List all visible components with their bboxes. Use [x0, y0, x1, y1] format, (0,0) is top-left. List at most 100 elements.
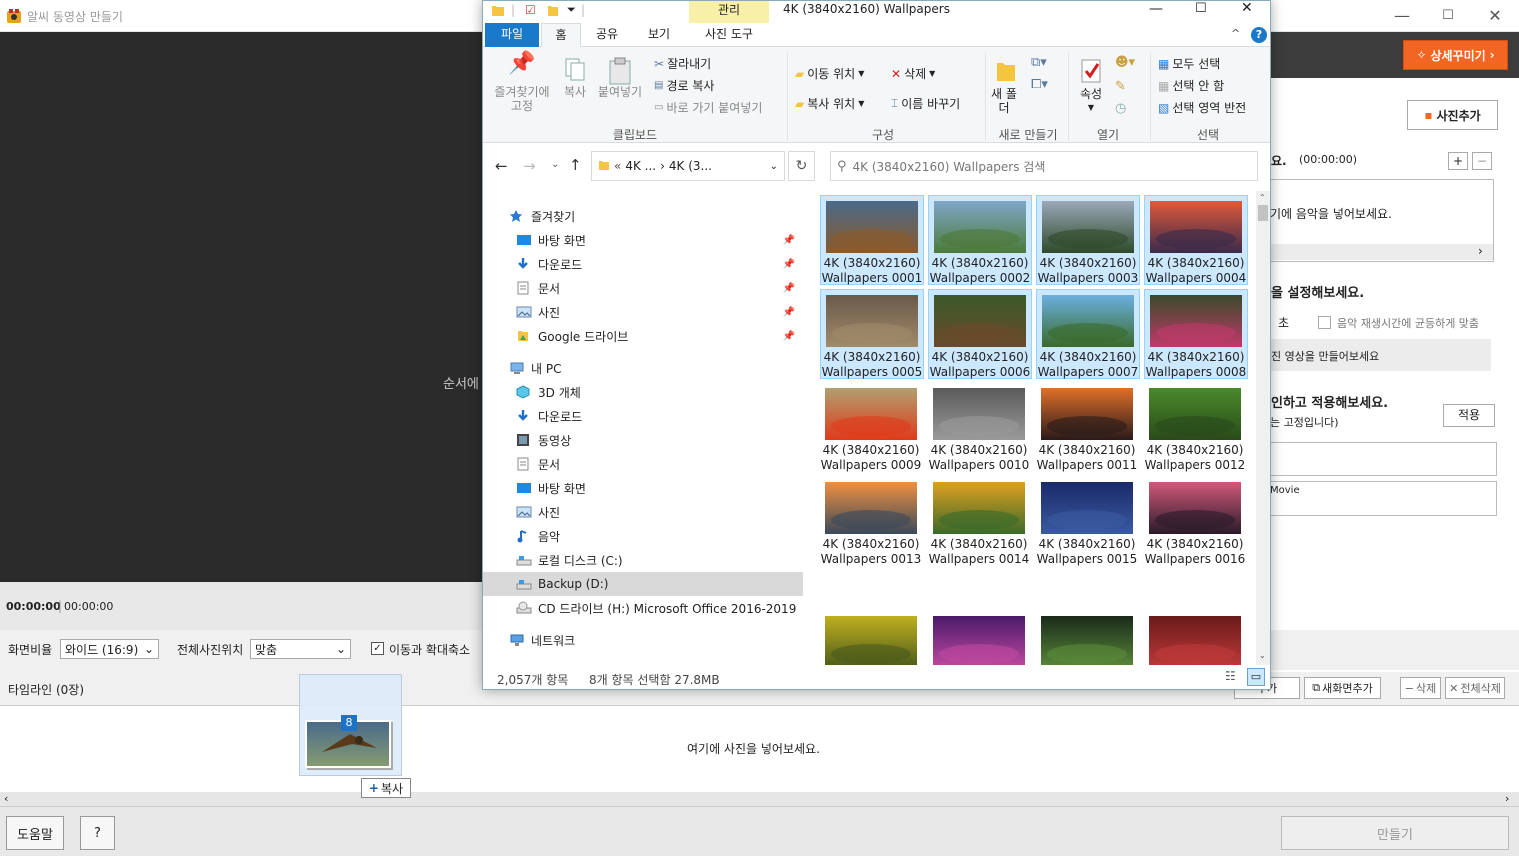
nav-item[interactable]: 네트워크: [483, 628, 803, 652]
large-icons-view-icon[interactable]: ▭: [1247, 668, 1265, 686]
position-select[interactable]: 맞춤 ⌄: [250, 639, 351, 659]
scroll-up-icon[interactable]: ⌃: [1259, 193, 1266, 202]
close-icon[interactable]: ✕: [1241, 0, 1253, 16]
edit-icon[interactable]: ✎: [1115, 79, 1126, 94]
help-button[interactable]: 도움말: [6, 816, 64, 850]
scroll-thumb[interactable]: [1258, 205, 1268, 221]
rename-button[interactable]: ⌶ 이름 바꾸기: [891, 95, 960, 112]
paste-button[interactable]: 붙여넣기: [595, 57, 645, 99]
file-tile[interactable]: 4K (3840x2160) Wallpapers 0011: [1036, 383, 1140, 473]
nav-item[interactable]: 3D 개체: [483, 380, 803, 404]
select-none-button[interactable]: ▦ 선택 안 함: [1158, 77, 1224, 94]
collapse-ribbon-icon[interactable]: ^: [1231, 27, 1240, 40]
address-dropdown-icon[interactable]: ⌄: [770, 161, 778, 172]
music-fit-checkbox[interactable]: [1318, 316, 1331, 329]
select-all-button[interactable]: ▦ 모두 선택: [1158, 55, 1220, 72]
nav-item[interactable]: 다운로드 📌: [483, 252, 803, 276]
address-crumb-current[interactable]: 4K (3...: [669, 159, 712, 173]
file-tile[interactable]: 4K (3840x2160) Wallpapers 0006: [928, 289, 1032, 379]
nav-item[interactable]: 사진: [483, 500, 803, 524]
address-crumb-parent[interactable]: 4K ...: [625, 159, 656, 173]
scroll-left-icon[interactable]: ‹: [4, 792, 8, 805]
back-arrow-icon[interactable]: ←: [495, 157, 508, 175]
file-tile[interactable]: [1144, 611, 1248, 665]
copy-button[interactable]: 복사: [559, 57, 591, 99]
file-tile[interactable]: 4K (3840x2160) Wallpapers 0014: [928, 477, 1032, 567]
delete-all-button[interactable]: ✕ 전체삭제: [1445, 677, 1505, 699]
history-icon[interactable]: ◷: [1115, 101, 1126, 116]
nav-item[interactable]: 즐겨찾기: [483, 204, 803, 228]
music-scrollbar[interactable]: [1271, 244, 1493, 260]
forward-arrow-icon[interactable]: →: [523, 157, 536, 175]
file-tile[interactable]: 4K (3840x2160) Wallpapers 0007: [1036, 289, 1140, 379]
tab-home[interactable]: 홈: [541, 23, 581, 48]
minimize-icon[interactable]: —: [1149, 1, 1163, 17]
search-input[interactable]: ⚲ 4K (3840x2160) Wallpapers 검색: [830, 151, 1258, 181]
copy-path-button[interactable]: ▤ 경로 복사: [654, 77, 714, 94]
delete-file-button[interactable]: ✕ 삭제 ▼: [891, 65, 935, 82]
app-close-icon[interactable]: ✕: [1485, 6, 1505, 26]
scroll-right-icon[interactable]: ›: [1505, 792, 1509, 805]
file-tile[interactable]: 4K (3840x2160) Wallpapers 0003: [1036, 195, 1140, 285]
nav-item[interactable]: Google 드라이브 📌: [483, 324, 803, 348]
manage-context-tab[interactable]: 관리: [689, 1, 769, 23]
nav-item[interactable]: 바탕 화면 📌: [483, 228, 803, 252]
file-tile[interactable]: 4K (3840x2160) Wallpapers 0001: [820, 195, 924, 285]
file-list[interactable]: 4K (3840x2160) Wallpapers 0001 4K (3840x21…: [814, 191, 1254, 665]
nav-item[interactable]: 문서: [483, 452, 803, 476]
cut-button[interactable]: ✂ 잘라내기: [654, 55, 711, 72]
file-tile[interactable]: 4K (3840x2160) Wallpapers 0016: [1144, 477, 1248, 567]
title-field[interactable]: [1270, 442, 1497, 476]
properties-qat-icon[interactable]: ☑: [525, 3, 536, 17]
scroll-right-icon[interactable]: ›: [1478, 244, 1483, 258]
recent-locations-icon[interactable]: ⌄: [551, 159, 559, 170]
file-tile[interactable]: 4K (3840x2160) Wallpapers 0004: [1144, 195, 1248, 285]
add-music-button[interactable]: +: [1448, 152, 1468, 170]
delete-button[interactable]: − 삭제: [1400, 677, 1441, 699]
copy-to-button[interactable]: ▰ 복사 위치 ▼: [795, 95, 864, 112]
new-folder-qat-icon[interactable]: [547, 4, 559, 20]
nav-item[interactable]: 사진 📌: [483, 300, 803, 324]
help-icon[interactable]: ?: [1251, 27, 1267, 43]
aspect-select[interactable]: 와이드 (16:9) ⌄: [60, 639, 159, 659]
app-maximize-icon[interactable]: ☐: [1438, 6, 1458, 26]
apply-button[interactable]: 적용: [1443, 404, 1495, 427]
address-overflow[interactable]: «: [614, 159, 621, 173]
file-tile[interactable]: [928, 611, 1032, 665]
app-minimize-icon[interactable]: —: [1392, 6, 1412, 26]
tab-picture-tools[interactable]: 사진 도구: [689, 23, 769, 47]
scroll-down-icon[interactable]: ⌄: [1259, 651, 1266, 660]
move-to-button[interactable]: ▰ 이동 위치 ▼: [795, 65, 864, 82]
new-item-icon[interactable]: ⧉▾: [1031, 55, 1047, 70]
detail-decorate-button[interactable]: ✧ 상세꾸미기 ›: [1403, 40, 1508, 70]
nav-item[interactable]: 음악: [483, 524, 803, 548]
file-tile[interactable]: 4K (3840x2160) Wallpapers 0013: [820, 477, 924, 567]
nav-item[interactable]: 내 PC: [483, 356, 803, 380]
open-icon[interactable]: ☻▾: [1115, 55, 1135, 70]
details-view-icon[interactable]: ☷: [1225, 669, 1236, 683]
refresh-button[interactable]: ↻: [788, 151, 815, 181]
remove-music-button[interactable]: −: [1472, 152, 1492, 170]
up-arrow-icon[interactable]: ↑: [569, 156, 582, 174]
paste-shortcut-button[interactable]: ▭ 바로 가기 붙여넣기: [654, 99, 762, 116]
file-tile[interactable]: 4K (3840x2160) Wallpapers 0012: [1144, 383, 1248, 473]
tab-share[interactable]: 공유: [587, 23, 627, 47]
add-photo-button[interactable]: ▪ 사진추가: [1407, 100, 1498, 130]
easy-access-icon[interactable]: ⧠▾: [1031, 77, 1048, 92]
file-tile[interactable]: 4K (3840x2160) Wallpapers 0009: [820, 383, 924, 473]
movie-name-field[interactable]: [1270, 481, 1497, 516]
timeline-scrollbar[interactable]: [0, 792, 1519, 806]
address-bar[interactable]: « 4K ... › 4K (3... ⌄: [591, 151, 785, 181]
file-tile[interactable]: 4K (3840x2160) Wallpapers 0005: [820, 289, 924, 379]
nav-item[interactable]: 문서 📌: [483, 276, 803, 300]
new-folder-button[interactable]: 새 폴더: [991, 57, 1021, 115]
nav-item[interactable]: 바탕 화면: [483, 476, 803, 500]
file-tile[interactable]: 4K (3840x2160) Wallpapers 0002: [928, 195, 1032, 285]
file-tile[interactable]: [1036, 611, 1140, 665]
zoom-checkbox[interactable]: ✓: [371, 642, 384, 655]
new-screen-button[interactable]: ⧉ 새화면추가: [1304, 677, 1381, 699]
nav-item[interactable]: CD 드라이브 (H:) Microsoft Office 2016-2019: [483, 596, 803, 620]
properties-button[interactable]: 속성 ▼: [1073, 57, 1109, 115]
file-tile[interactable]: 4K (3840x2160) Wallpapers 0008: [1144, 289, 1248, 379]
file-list-scrollbar[interactable]: ⌃ ⌄: [1256, 191, 1270, 665]
